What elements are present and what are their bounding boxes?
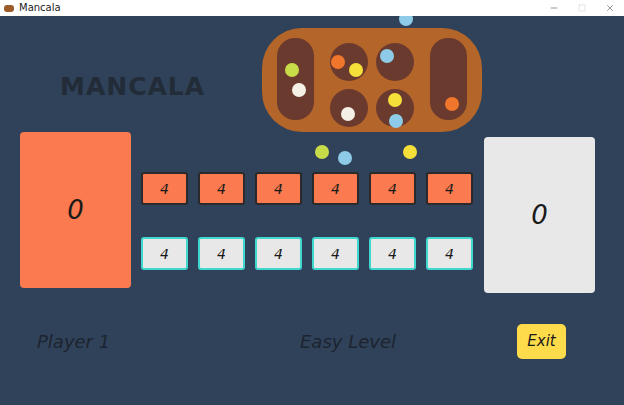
minimize-icon — [549, 3, 559, 13]
pit[interactable]: 4 — [369, 172, 416, 205]
pit-count: 4 — [331, 246, 340, 262]
pit-count: 4 — [331, 181, 340, 197]
game-board: 0 4 4 4 4 4 4 4 4 4 4 4 4 0 — [0, 132, 624, 293]
app-icon — [4, 5, 14, 12]
falling-stones-icon — [141, 132, 474, 172]
pit[interactable]: 4 — [312, 172, 359, 205]
pit[interactable]: 4 — [312, 237, 359, 270]
pit-count: 4 — [274, 181, 283, 197]
store-score: 0 — [531, 200, 548, 230]
pit-count: 4 — [160, 246, 169, 262]
level-label: Easy Level — [300, 331, 396, 352]
header: MANCALA — [0, 16, 624, 132]
top-pit-row: 4 4 4 4 4 4 — [141, 172, 474, 205]
minimize-button[interactable] — [540, 0, 568, 16]
window-title: Mancala — [19, 1, 61, 15]
mancala-window: Mancala MANCALA 0 4 4 4 4 4 4 4 4 4 4 4 4 0 Player 1Easy… — [0, 0, 624, 405]
pit-count: 4 — [445, 181, 454, 197]
pit[interactable]: 4 — [255, 237, 302, 270]
maximize-icon — [578, 4, 586, 12]
pit[interactable]: 4 — [198, 172, 245, 205]
pit[interactable]: 4 — [141, 172, 188, 205]
bottom-pit-row: 4 4 4 4 4 4 — [141, 237, 474, 270]
player-label: Player 1 — [37, 331, 300, 352]
maximize-button[interactable] — [568, 0, 596, 16]
pit-count: 4 — [388, 181, 397, 197]
pit-count: 4 — [217, 181, 226, 197]
footer: Player 1Easy Level Exit — [0, 293, 624, 405]
close-button[interactable] — [596, 0, 624, 16]
game-heading: MANCALA — [60, 72, 262, 102]
pit[interactable]: 4 — [426, 172, 473, 205]
store-score: 0 — [67, 195, 84, 225]
pit[interactable]: 4 — [369, 237, 416, 270]
title-bar: Mancala — [0, 0, 624, 16]
pits-area: 4 4 4 4 4 4 4 4 4 4 4 4 — [141, 132, 474, 293]
pit-count: 4 — [274, 246, 283, 262]
pit-count: 4 — [388, 246, 397, 262]
mancala-board-icon — [257, 16, 487, 132]
pit[interactable]: 4 — [255, 172, 302, 205]
left-store: 0 — [20, 132, 131, 288]
pit-count: 4 — [217, 246, 226, 262]
pit[interactable]: 4 — [426, 237, 473, 270]
pit[interactable]: 4 — [141, 237, 188, 270]
close-icon — [605, 3, 615, 13]
window-controls — [540, 0, 624, 16]
pit-count: 4 — [160, 181, 169, 197]
pit-count: 4 — [445, 246, 454, 262]
exit-button[interactable]: Exit — [517, 324, 566, 359]
right-store: 0 — [484, 137, 595, 293]
pit[interactable]: 4 — [198, 237, 245, 270]
